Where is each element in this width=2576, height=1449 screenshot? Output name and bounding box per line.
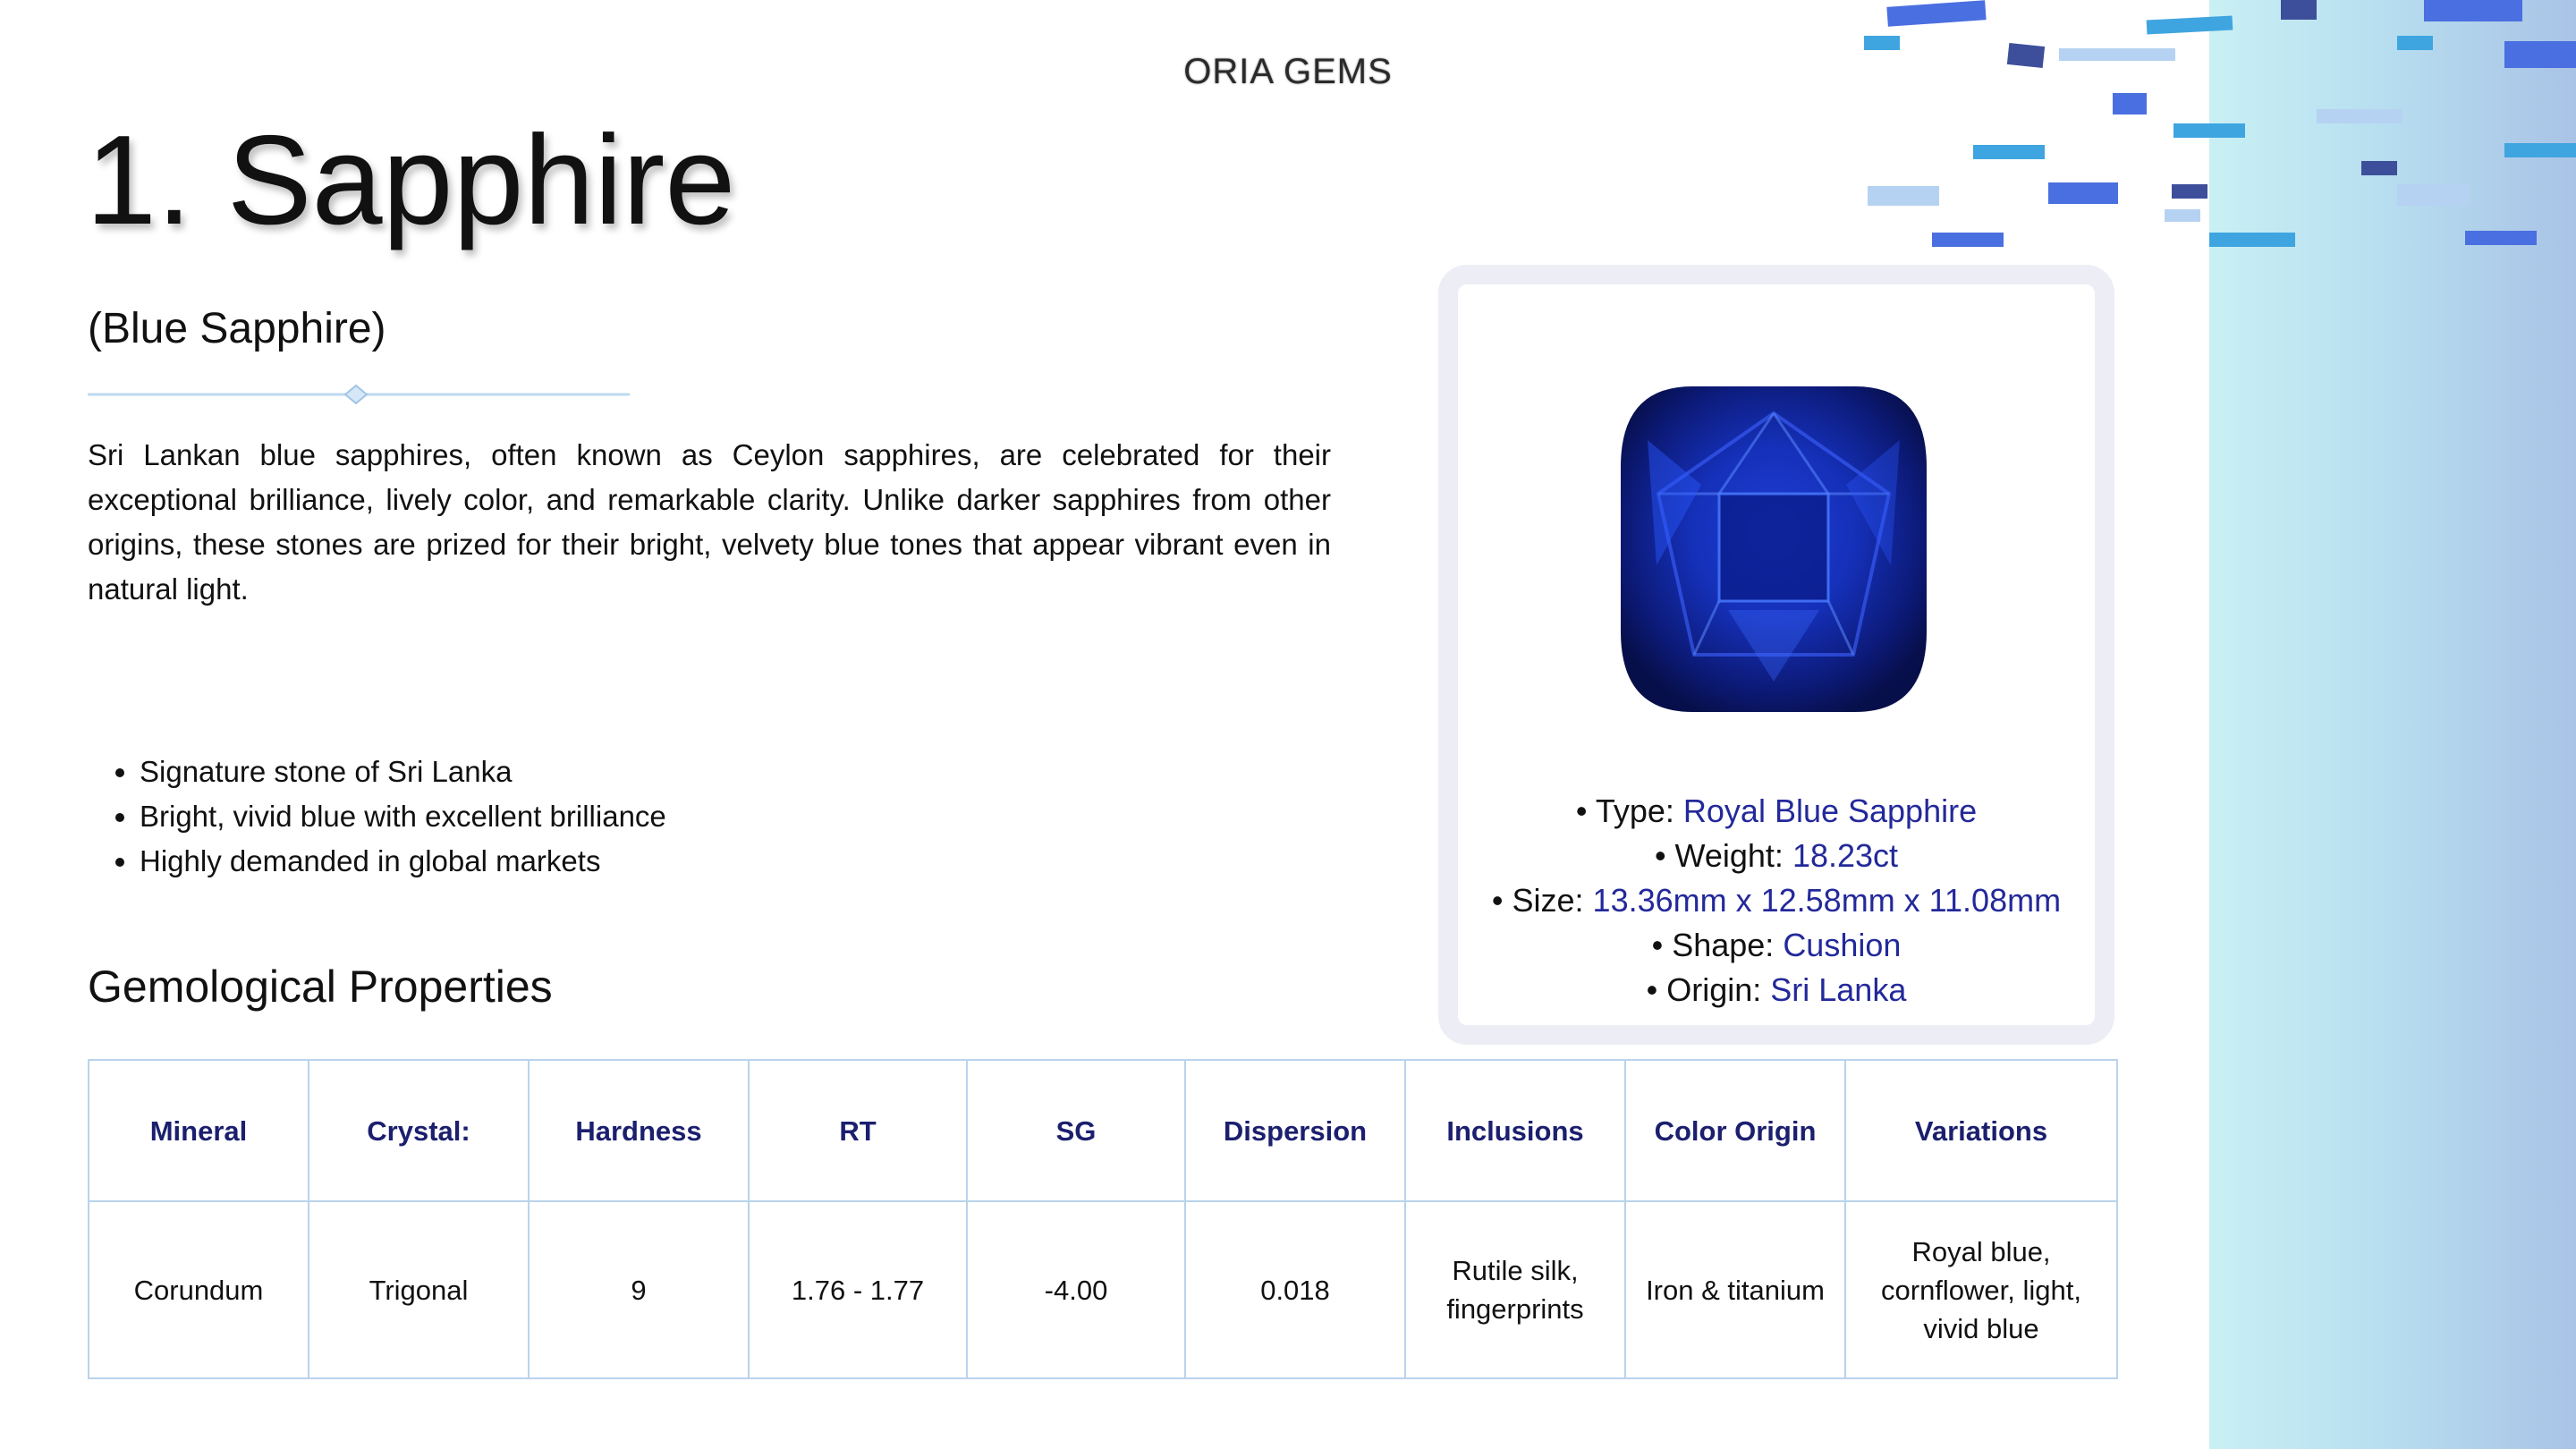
spec-label: • Type: bbox=[1575, 792, 1683, 829]
slide: ORIA GEMS 1. Sapphire (Blue Sapphire) Sr… bbox=[0, 0, 2576, 1449]
spec-weight: • Weight: 18.23ct bbox=[1458, 834, 2095, 878]
spec-value: Royal Blue Sapphire bbox=[1682, 792, 1978, 829]
table-cell: 0.018 bbox=[1184, 1200, 1406, 1379]
spec-value: 18.23ct bbox=[1792, 837, 1899, 874]
spec-value: 13.36mm x 12.58mm x 11.08mm bbox=[1592, 882, 2062, 919]
confetti-decoration bbox=[1864, 0, 2576, 247]
table-cell: Royal blue, cornflower, light, vivid blu… bbox=[1844, 1200, 2118, 1379]
spec-origin: • Origin: Sri Lanka bbox=[1458, 968, 2095, 1013]
table-cell: Rutile silk, fingerprints bbox=[1404, 1200, 1626, 1379]
page-title: 1. Sapphire bbox=[86, 109, 736, 251]
spec-label: • Shape: bbox=[1651, 927, 1784, 963]
column-header: Variations bbox=[1844, 1059, 2118, 1202]
gemological-properties-table: Mineral Crystal: Hardness RT SG Dispersi… bbox=[88, 1059, 2118, 1379]
spec-size: • Size: 13.36mm x 12.58mm x 11.08mm bbox=[1458, 878, 2095, 923]
table-cell: Trigonal bbox=[308, 1200, 530, 1379]
table-cell: 9 bbox=[528, 1200, 750, 1379]
list-item: Highly demanded in global markets bbox=[140, 839, 666, 884]
gem-description: Sri Lankan blue sapphires, often known a… bbox=[88, 438, 1331, 606]
spec-type: • Type: Royal Blue Sapphire bbox=[1458, 789, 2095, 834]
ornamental-divider bbox=[88, 384, 630, 405]
column-header: Mineral bbox=[88, 1059, 309, 1202]
table-row: Corundum Trigonal 9 1.76 - 1.77 -4.00 0.… bbox=[88, 1200, 2118, 1379]
column-header: Crystal: bbox=[308, 1059, 530, 1202]
column-header: SG bbox=[966, 1059, 1186, 1202]
list-item: Bright, vivid blue with excellent brilli… bbox=[140, 794, 666, 839]
section-heading: Gemological Properties bbox=[88, 962, 553, 1012]
list-item: Signature stone of Sri Lanka bbox=[140, 750, 666, 794]
spec-label: • Size: bbox=[1491, 882, 1593, 919]
page-subtitle: (Blue Sapphire) bbox=[88, 305, 386, 352]
table-cell: 1.76 - 1.77 bbox=[748, 1200, 968, 1379]
brand-logo-text: ORIA GEMS bbox=[1183, 52, 1393, 91]
table-cell: -4.00 bbox=[966, 1200, 1186, 1379]
spec-label: • Origin: bbox=[1646, 971, 1771, 1008]
gem-spec-card: • Type: Royal Blue Sapphire • Weight: 18… bbox=[1438, 265, 2114, 1045]
spec-shape: • Shape: Cushion bbox=[1458, 923, 2095, 968]
table-cell: Corundum bbox=[88, 1200, 309, 1379]
table-cell: Iron & titanium bbox=[1624, 1200, 1846, 1379]
highlights-list: Signature stone of Sri Lanka Bright, viv… bbox=[88, 750, 666, 884]
spec-label: • Weight: bbox=[1654, 837, 1792, 874]
column-header: Color Origin bbox=[1624, 1059, 1846, 1202]
column-header: Hardness bbox=[528, 1059, 750, 1202]
spec-value: Cushion bbox=[1783, 927, 1902, 963]
gem-spec-list: • Type: Royal Blue Sapphire • Weight: 18… bbox=[1458, 789, 2095, 1013]
column-header: Dispersion bbox=[1184, 1059, 1406, 1202]
column-header: Inclusions bbox=[1404, 1059, 1626, 1202]
table-header-row: Mineral Crystal: Hardness RT SG Dispersi… bbox=[88, 1059, 2118, 1202]
sapphire-gem-image bbox=[1621, 386, 1927, 712]
spec-value: Sri Lanka bbox=[1770, 971, 1907, 1008]
column-header: RT bbox=[748, 1059, 968, 1202]
